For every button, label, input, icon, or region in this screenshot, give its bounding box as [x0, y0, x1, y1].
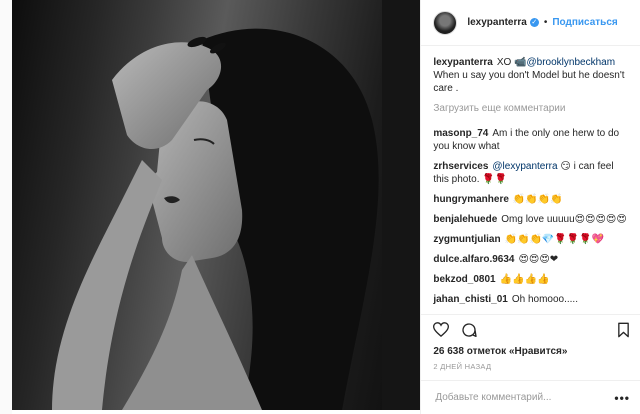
post-photo[interactable] — [12, 0, 421, 410]
comment-username[interactable]: masonp_74 — [433, 128, 488, 139]
caption-text-pre: XO 📹 — [496, 57, 527, 68]
comment-text: 😍😍😍❤ — [518, 254, 559, 265]
comment-item: benjalehuede Omg love uuuuu😍😍😍😍😍 — [433, 213, 630, 226]
comment-item: zrhservices @lexypanterra 😏 i can feel th… — [433, 160, 630, 186]
comment-item: jahan_chisti_01 Oh homooo..... — [433, 293, 630, 306]
comment-item: bekzod_0801 👍👍👍👍 — [433, 273, 630, 286]
caption-text-post: When u say you don't Model but he doesn'… — [433, 70, 625, 94]
comment-username[interactable]: zrhservices — [433, 161, 488, 172]
bookmark-icon[interactable] — [617, 322, 630, 338]
comments-list: lexypanterra XO 📹@brooklynbeckham When u s… — [421, 46, 640, 314]
header-username[interactable]: lexypanterra — [467, 17, 526, 28]
comment-text: 👏👏👏👏 — [512, 194, 563, 205]
photo-illustration — [52, 0, 421, 410]
more-options-icon[interactable]: ••• — [614, 391, 630, 405]
comment-username[interactable]: bekzod_0801 — [433, 274, 495, 285]
comment-text: Omg love uuuuu😍😍😍😍😍 — [501, 214, 627, 225]
separator-dot: • — [543, 17, 548, 28]
load-more-comments-button[interactable]: Загрузить еще комментарии — [433, 102, 630, 115]
post-header: lexypanterra ✓ • Подписаться — [421, 0, 640, 46]
comment-username[interactable]: hungrymanhere — [433, 194, 509, 205]
post-sidebar: lexypanterra ✓ • Подписаться lexypanterr… — [420, 0, 640, 414]
verified-badge-icon: ✓ — [529, 18, 539, 27]
comment-username[interactable]: jahan_chisti_01 — [433, 294, 507, 305]
follow-button[interactable]: Подписаться — [552, 17, 617, 28]
heart-icon[interactable] — [433, 322, 450, 337]
post-modal: lexypanterra ✓ • Подписаться lexypanterr… — [12, 0, 640, 414]
comment-text: 👍👍👍👍 — [499, 274, 550, 285]
comment-item: zygmuntjulian 👏👏👏💎🌹🌹🌹💖 — [433, 233, 630, 246]
comment-icon[interactable] — [461, 322, 478, 338]
add-comment-bar: ••• — [421, 380, 640, 414]
comment-mention[interactable]: @lexypanterra — [492, 161, 557, 172]
comment-text: Oh homooo..... — [511, 294, 578, 305]
likes-count[interactable]: 26 638 отметок «Нравится» — [421, 344, 640, 360]
comment-item: masonp_74 Am i the only one herw to do yo… — [433, 127, 630, 153]
caption-username[interactable]: lexypanterra — [433, 57, 492, 68]
add-comment-input[interactable] — [433, 391, 608, 404]
post-timestamp: 2 ДНЕЙ НАЗАД — [433, 362, 492, 371]
comment-username[interactable]: zygmuntjulian — [433, 234, 500, 245]
caption-mention[interactable]: @brooklynbeckham — [527, 57, 616, 68]
action-bar — [421, 314, 640, 344]
comment-username[interactable]: dulce.alfaro.9634 — [433, 254, 514, 265]
comment-item: hungrymanhere 👏👏👏👏 — [433, 193, 630, 206]
caption: lexypanterra XO 📹@brooklynbeckham When u s… — [433, 56, 630, 95]
comment-item: dulce.alfaro.9634 😍😍😍❤ — [433, 253, 630, 266]
avatar[interactable] — [433, 10, 458, 35]
comment-username[interactable]: benjalehuede — [433, 214, 497, 225]
comment-text: 👏👏👏💎🌹🌹🌹💖 — [504, 234, 605, 245]
